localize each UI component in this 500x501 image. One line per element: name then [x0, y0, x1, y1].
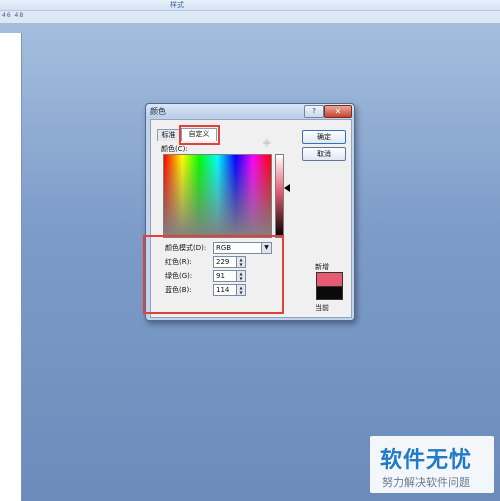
ribbon-group-label: 样式 [170, 1, 184, 9]
red-value: 229 [216, 258, 230, 266]
watermark-logo-text: 软件无忧 [380, 448, 473, 473]
slider-arrow-icon[interactable] [284, 184, 290, 192]
watermark-logo: 软件无忧 努力解决软件问题 [370, 436, 494, 493]
luminance-slider[interactable] [275, 154, 284, 238]
green-value: 91 [216, 272, 225, 280]
watermark-slogan: 努力解决软件问题 [382, 476, 470, 489]
cancel-button[interactable]: 取消 [302, 147, 346, 161]
current-color-swatch [316, 286, 343, 300]
horizontal-ruler: 46 48 [0, 11, 500, 24]
current-color-label: 当前 [315, 304, 329, 312]
ribbon-bar: 样式 [0, 0, 500, 11]
green-input[interactable]: 91 ▲ ▼ [213, 270, 246, 282]
chevron-down-icon[interactable]: ▼ [261, 243, 271, 253]
tab-standard[interactable]: 标准 [157, 129, 180, 141]
close-button[interactable]: ✕ [324, 105, 352, 118]
spinner-icon[interactable]: ▲ ▼ [236, 257, 245, 267]
colors-label: 颜色(C): [161, 145, 188, 153]
spinner-icon[interactable]: ▲ ▼ [236, 271, 245, 281]
tab-custom[interactable]: 自定义 [181, 128, 217, 141]
help-button[interactable]: ? [304, 105, 324, 118]
crosshair-icon: ✛ [263, 139, 271, 149]
red-input[interactable]: 229 ▲ ▼ [213, 256, 246, 268]
dialog-titlebar[interactable]: 颜色 ? ✕ [146, 104, 354, 118]
new-color-swatch [316, 272, 343, 287]
dialog-title: 颜色 [150, 107, 166, 116]
color-spectrum[interactable] [163, 154, 272, 238]
new-color-label: 新增 [315, 263, 329, 271]
color-dialog: 颜色 ? ✕ 标准 自定义 颜色(C): ✛ 确定 取消 颜色模式(D): RG… [143, 103, 355, 321]
document-page[interactable] [0, 33, 22, 501]
spinner-icon[interactable]: ▲ ▼ [236, 285, 245, 295]
blue-value: 114 [216, 286, 230, 294]
color-model-select[interactable]: RGB ▼ [213, 242, 272, 254]
dialog-body: 标准 自定义 颜色(C): ✛ 确定 取消 颜色模式(D): RGB ▼ 红色(… [143, 119, 352, 318]
green-label: 绿色(G): [165, 272, 193, 280]
color-model-value: RGB [216, 244, 232, 252]
ruler-numbers: 46 48 [2, 12, 25, 19]
color-model-label: 颜色模式(D): [165, 244, 207, 252]
red-label: 红色(R): [165, 258, 192, 266]
blue-input[interactable]: 114 ▲ ▼ [213, 284, 246, 296]
blue-label: 蓝色(B): [165, 286, 192, 294]
ok-button[interactable]: 确定 [302, 130, 346, 144]
